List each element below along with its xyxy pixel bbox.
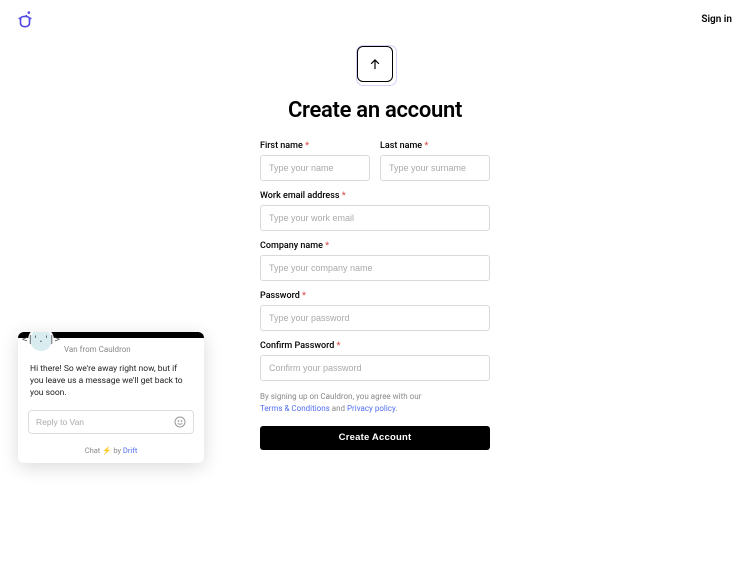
confirm-password-input[interactable]: [260, 355, 490, 381]
signup-form: First name * Last name * Work email addr…: [260, 141, 490, 450]
terms-link[interactable]: Terms & Conditions: [260, 404, 330, 413]
chat-widget: <|'.'|> Van from Cauldron Hi there! So w…: [18, 332, 204, 463]
company-input[interactable]: [260, 255, 490, 281]
company-label: Company name *: [260, 241, 490, 251]
chat-footer: Chat ⚡ by Drift: [18, 442, 204, 463]
emoji-icon[interactable]: [174, 416, 186, 428]
last-name-input[interactable]: [380, 155, 490, 181]
create-account-button[interactable]: Create Account: [260, 426, 490, 450]
legal-text: By signing up on Cauldron, you agree wit…: [260, 391, 490, 415]
page-title: Create an account: [288, 98, 462, 123]
first-name-input[interactable]: [260, 155, 370, 181]
chat-message: Hi there! So we're away right now, but i…: [18, 356, 204, 410]
privacy-link[interactable]: Privacy policy: [347, 404, 395, 413]
chat-avatar-icon: <|'.'|>: [28, 332, 54, 353]
chat-from-label: Van from Cauldron: [64, 345, 131, 354]
confirm-password-label: Confirm Password *: [260, 341, 490, 351]
password-label: Password *: [260, 291, 490, 301]
chat-reply-box[interactable]: [28, 410, 194, 434]
email-label: Work email address *: [260, 191, 490, 201]
upload-avatar-box[interactable]: [357, 46, 393, 82]
last-name-label: Last name *: [380, 141, 490, 151]
arrow-up-icon: [368, 57, 382, 71]
first-name-label: First name *: [260, 141, 370, 151]
sign-in-link[interactable]: Sign in: [701, 14, 732, 25]
password-input[interactable]: [260, 305, 490, 331]
drift-link[interactable]: Drift: [123, 446, 137, 455]
cauldron-logo-icon[interactable]: [17, 10, 33, 28]
email-input[interactable]: [260, 205, 490, 231]
chat-reply-input[interactable]: [36, 417, 174, 427]
